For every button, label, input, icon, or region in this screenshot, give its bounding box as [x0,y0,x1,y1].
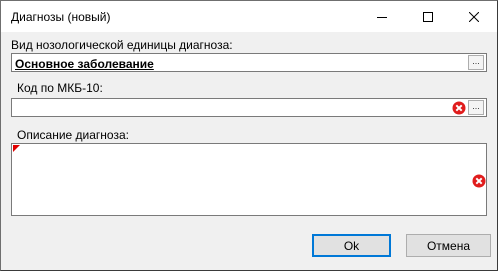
kind-label: Вид нозологической единицы диагноза: [11,38,233,52]
dialog-window: Диагнозы (новый) Вид нозологической един… [0,0,498,271]
clear-description-icon[interactable] [472,174,486,188]
maximize-icon [423,11,433,22]
clear-code-icon[interactable] [452,101,466,115]
close-icon [469,11,479,22]
required-marker [13,145,20,152]
cancel-button[interactable]: Отмена [406,234,491,257]
title-bar[interactable]: Диагнозы (новый) [1,1,497,32]
description-field[interactable] [11,143,487,216]
code-select-button[interactable]: ... [468,100,484,115]
ok-button[interactable]: Ok [312,234,391,257]
kind-value: Основное заболевание [15,57,154,71]
code-label: Код по МКБ-10: [17,81,103,95]
kind-select-button[interactable]: ... [468,55,484,70]
maximize-button[interactable] [405,1,451,32]
description-label: Описание диагноза: [17,128,129,142]
minimize-icon [377,16,387,18]
icd-code-field[interactable]: ... [11,98,487,117]
minimize-button[interactable] [359,1,405,32]
kind-field[interactable]: Основное заболевание ... [11,53,487,72]
close-button[interactable] [451,1,497,32]
window-title: Диагнозы (новый) [11,10,111,24]
